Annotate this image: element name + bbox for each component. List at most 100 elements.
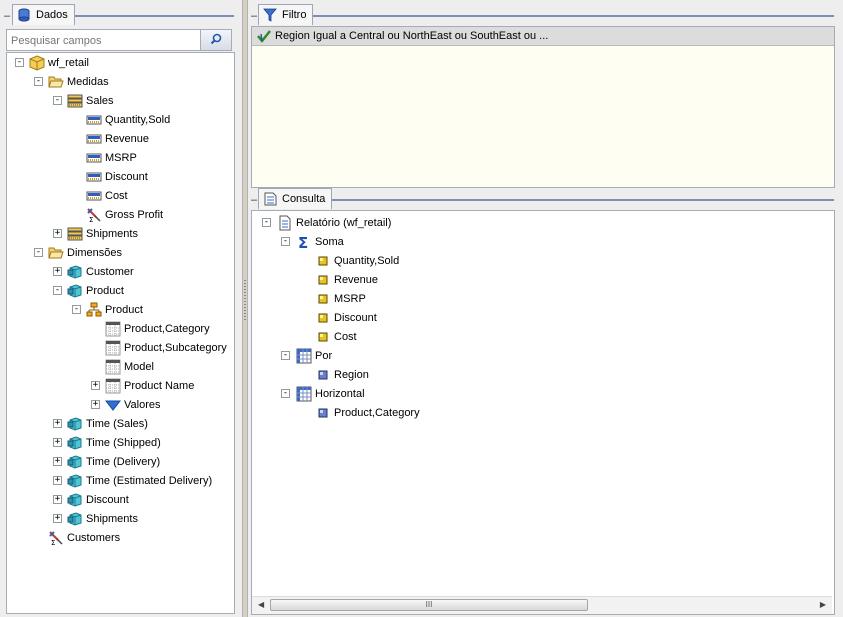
data-tree-item[interactable]: Cost (86, 186, 128, 205)
search-fields-input[interactable] (9, 32, 203, 50)
collapse-node-icon[interactable]: - (281, 351, 290, 360)
collapse-node-icon[interactable]: - (72, 305, 81, 314)
filter-values-icon (105, 397, 121, 413)
data-tree-item[interactable]: Product (86, 300, 143, 319)
data-tree-item[interactable]: Model (105, 357, 154, 376)
collapse-node-icon[interactable]: - (281, 389, 290, 398)
data-tree-label: Time (Shipped) (86, 436, 161, 449)
cube-icon (29, 54, 45, 71)
filter-row[interactable]: Region Igual a Central ou NorthEast ou S… (252, 27, 834, 46)
collapse-node-icon[interactable]: - (15, 58, 24, 67)
level-icon (105, 359, 121, 375)
filter-condition-text: Region Igual a Central ou NorthEast ou S… (275, 30, 549, 42)
dimension-field-icon (315, 367, 331, 383)
query-tree-item[interactable]: Discount (315, 308, 377, 327)
data-tree-item[interactable]: wf_retail (29, 53, 89, 72)
collapse-node-icon[interactable]: - (34, 77, 43, 86)
search-field-container (6, 29, 232, 51)
data-tree-item[interactable]: Σ Gross Profit (86, 205, 163, 224)
query-tree-item[interactable]: Product,Category (315, 403, 420, 422)
collapse-node-icon[interactable]: - (53, 96, 62, 105)
query-tree-item[interactable]: Region (315, 365, 369, 384)
scroll-right-icon[interactable]: ▶ (820, 600, 826, 609)
measure-field-icon (315, 272, 331, 288)
expand-node-icon[interactable]: + (53, 514, 62, 523)
data-tree-item[interactable]: Shipments (67, 224, 138, 243)
data-tree-item[interactable]: Dimensões (48, 243, 122, 262)
query-tree-label: MSRP (334, 292, 366, 305)
data-tree-label: Product (105, 303, 143, 316)
level-icon (105, 378, 121, 394)
data-tree-item[interactable]: Discount (86, 167, 148, 186)
data-tree-item[interactable]: Revenue (86, 129, 149, 148)
search-button[interactable] (200, 30, 231, 50)
funnel-icon (262, 7, 278, 23)
filter-panel-title: Filtro (282, 9, 307, 21)
data-tree-item[interactable]: Product Name (105, 376, 194, 395)
query-tree-item[interactable]: Σ Soma (296, 232, 344, 251)
dimension-field-icon (315, 405, 331, 421)
expand-node-icon[interactable]: + (53, 476, 62, 485)
scroll-left-icon[interactable]: ◀ (258, 600, 264, 609)
expand-node-icon[interactable]: + (53, 495, 62, 504)
expand-node-icon[interactable]: + (91, 381, 100, 390)
data-tree-label: Gross Profit (105, 208, 164, 221)
horizontal-scrollbar[interactable]: ◀ III ▶ (252, 596, 832, 614)
data-tree-item[interactable]: Customer (67, 262, 134, 281)
data-tree-item[interactable]: Product (67, 281, 124, 300)
checkmark-icon[interactable] (256, 28, 272, 44)
query-tree-item[interactable]: Cost (315, 327, 357, 346)
data-tree-item[interactable]: Shipments (67, 509, 138, 528)
data-tree-item[interactable]: Time (Delivery) (67, 452, 160, 471)
report-icon (277, 215, 293, 231)
data-tree-item[interactable]: Valores (105, 395, 160, 414)
query-tree-item[interactable]: MSRP (315, 289, 366, 308)
data-tree-item[interactable]: Time (Shipped) (67, 433, 161, 452)
data-tree-item[interactable]: Product,Subcategory (105, 338, 227, 357)
data-tree-item[interactable]: Quantity,Sold (86, 110, 170, 129)
expand-node-icon[interactable]: + (53, 229, 62, 238)
query-tree-item[interactable]: Relatório (wf_retail) (277, 213, 391, 232)
expand-node-icon[interactable]: + (53, 419, 62, 428)
data-panel-tab[interactable]: Dados (12, 4, 75, 25)
expand-node-icon[interactable]: + (53, 457, 62, 466)
query-area: – Filtro Region Igual a Central ou North… (248, 0, 843, 617)
level-icon (105, 321, 121, 337)
measure-icon (86, 169, 102, 185)
query-panel-tab[interactable]: Consulta (258, 188, 333, 209)
hierarchy-icon (86, 302, 102, 318)
collapse-node-icon[interactable]: - (53, 286, 62, 295)
data-tree-label: Model (124, 360, 154, 373)
data-tree-item[interactable]: Time (Sales) (67, 414, 148, 433)
measure-icon (86, 188, 102, 204)
collapse-node-icon[interactable]: - (34, 248, 43, 257)
data-tree-item[interactable]: Time (Estimated Delivery) (67, 471, 212, 490)
data-tree-item[interactable]: MSRP (86, 148, 137, 167)
scrollbar-thumb[interactable]: III (270, 599, 588, 611)
measure-field-icon (315, 310, 331, 326)
query-tree-item[interactable]: Revenue (315, 270, 378, 289)
collapse-data-panel-icon[interactable]: – (4, 10, 10, 22)
filter-panel-tab[interactable]: Filtro (258, 4, 314, 25)
query-tree-item[interactable]: Horizontal (296, 384, 365, 403)
expand-node-icon[interactable]: + (53, 438, 62, 447)
data-tree-item[interactable]: Σ Customers (48, 528, 120, 547)
query-tree-label: Product,Category (334, 406, 420, 419)
expand-node-icon[interactable]: + (53, 267, 62, 276)
data-tree-item[interactable]: Sales (67, 91, 114, 110)
data-tree-label: MSRP (105, 151, 137, 164)
splitter-grip[interactable] (244, 280, 246, 320)
data-tree-label: Dimensões (67, 246, 123, 259)
data-tree-item[interactable]: Medidas (48, 72, 109, 91)
query-tree-label: Por (315, 349, 333, 362)
data-tree-item[interactable]: Product,Category (105, 319, 210, 338)
expand-node-icon[interactable]: + (91, 400, 100, 409)
collapse-query-panel-icon[interactable]: – (251, 194, 257, 206)
collapse-node-icon[interactable]: - (262, 218, 271, 227)
collapse-node-icon[interactable]: - (281, 237, 290, 246)
query-tree-item[interactable]: Por (296, 346, 332, 365)
collapse-filter-panel-icon[interactable]: – (251, 10, 257, 22)
data-tree-item[interactable]: Discount (67, 490, 129, 509)
query-tree-item[interactable]: Quantity,Sold (315, 251, 399, 270)
query-panel-header-line (323, 199, 834, 201)
